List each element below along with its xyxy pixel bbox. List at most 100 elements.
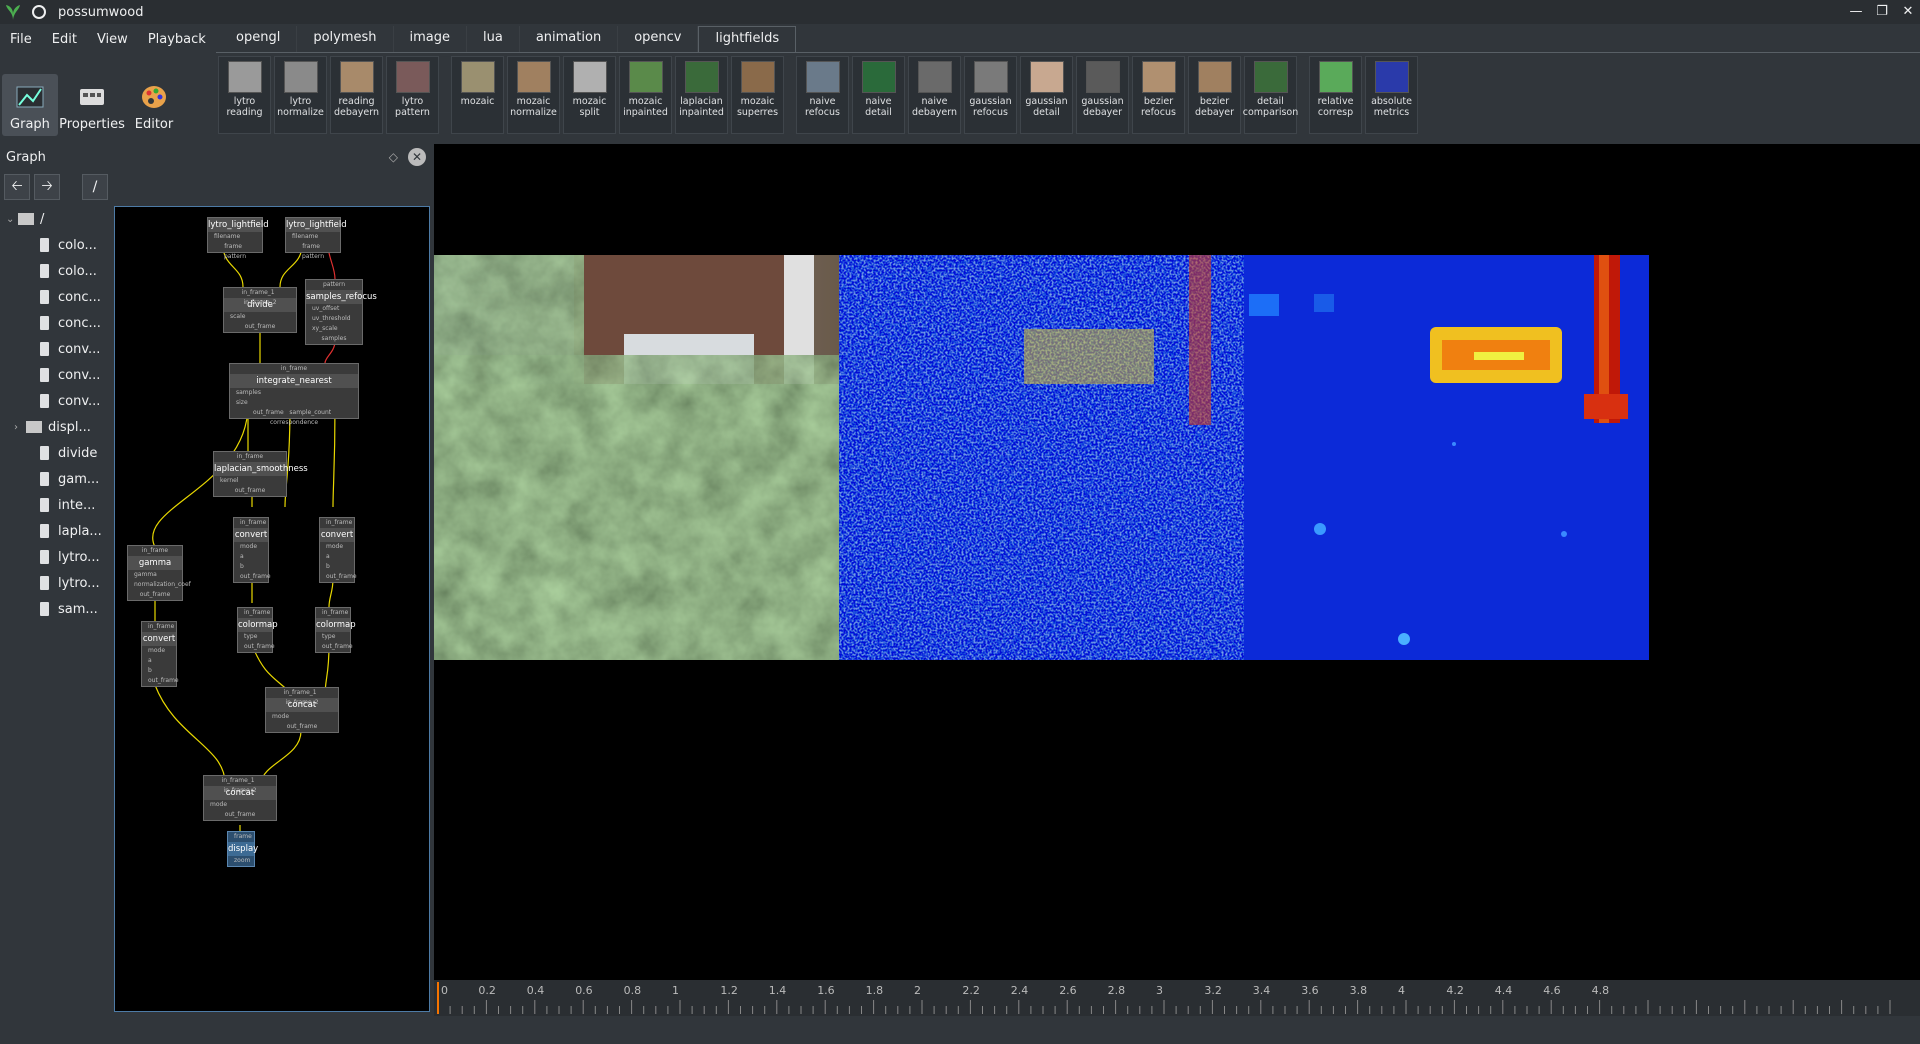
node-port[interactable]: gamma <box>128 570 182 580</box>
close-panel-icon[interactable]: ✕ <box>408 148 426 166</box>
tab-lightfields[interactable]: lightfields <box>698 26 797 52</box>
node-port[interactable]: xy_scale <box>306 324 362 334</box>
image-viewport[interactable] <box>434 144 1920 980</box>
node-port[interactable]: a <box>234 552 268 562</box>
node-port[interactable]: mode <box>142 646 176 656</box>
tab-lua[interactable]: lua <box>467 26 520 52</box>
properties-button[interactable]: Properties <box>59 74 125 136</box>
node-convert1[interactable]: in_frame convert mode a b out_frame <box>233 517 271 583</box>
back-arrow-icon[interactable]: 🡠 <box>4 174 30 200</box>
node-port[interactable]: uv_offset <box>306 304 362 314</box>
shelf-item-mozaic-superres[interactable]: mozaic superres <box>731 56 784 134</box>
shelf-item-absolute-metrics[interactable]: absolute metrics <box>1365 56 1418 134</box>
node-samples[interactable]: pattern samples_refocus uv_offset uv_thresh… <box>305 279 377 345</box>
node-integrate[interactable]: in_frame integrate_nearest samples size out_… <box>229 363 359 426</box>
shelf-item-detail-comparison[interactable]: detail comparison <box>1243 56 1298 134</box>
path-root-button[interactable]: / <box>82 174 108 200</box>
tab-opencv[interactable]: opencv <box>618 26 699 52</box>
tab-animation[interactable]: animation <box>520 26 619 52</box>
node-convert2[interactable]: in_frame convert mode a b out_frame <box>319 517 357 583</box>
tab-image[interactable]: image <box>394 26 467 52</box>
node-port[interactable]: mode <box>320 542 354 552</box>
tree-item[interactable]: conc... <box>0 284 112 310</box>
node-graph-canvas[interactable]: lytro_lightfield filename frame pattern lyt… <box>114 206 430 1012</box>
tree-item[interactable]: sam... <box>0 596 112 622</box>
shelf-item-naive-refocus[interactable]: naive refocus <box>796 56 849 134</box>
node-port[interactable]: b <box>320 562 354 572</box>
shelf-item-mozaic[interactable]: mozaic <box>451 56 504 134</box>
timeline[interactable]: 0 0.2 0.4 0.6 0.8 1 1.2 1.4 1.6 1.8 2 2.2 2.4 2.6 2.8 3… <box>434 980 1920 1016</box>
node-concat1[interactable]: in_frame_1 in_frame_2concatmodeout_frame <box>265 687 339 733</box>
tree-item[interactable]: conv... <box>0 336 112 362</box>
node-lf1[interactable]: lytro_lightfield filename frame pattern <box>207 217 269 260</box>
shelf-item-gaussian-refocus[interactable]: gaussian refocus <box>964 56 1017 134</box>
node-port[interactable]: filename <box>286 232 340 242</box>
shelf-item-bezier-refocus[interactable]: bezier refocus <box>1132 56 1185 134</box>
maximize-icon[interactable]: ❐ <box>1874 2 1890 20</box>
node-port[interactable]: a <box>320 552 354 562</box>
node-lf2[interactable]: lytro_lightfield filename frame pattern <box>285 217 347 260</box>
shelf-item-naive-debayern[interactable]: naive debayern <box>908 56 961 134</box>
shelf-item-laplacian-inpainted[interactable]: laplacian inpainted <box>675 56 728 134</box>
menu-view[interactable]: View <box>87 32 138 47</box>
float-icon[interactable]: ◇ <box>389 150 398 164</box>
shelf-item-lytro-pattern[interactable]: lytro pattern <box>386 56 439 134</box>
shelf-item-mozaic-inpainted[interactable]: mozaic inpainted <box>619 56 672 134</box>
node-laplacian[interactable]: in_frame laplacian_smoothness kernel out_fr… <box>213 451 308 497</box>
forward-arrow-icon[interactable]: 🡢 <box>34 174 60 200</box>
menu-edit[interactable]: Edit <box>42 32 87 47</box>
shelf-item-mozaic-normalize[interactable]: mozaic normalize <box>507 56 560 134</box>
shelf-item-lytro-reading[interactable]: lytro reading <box>218 56 271 134</box>
node-port[interactable]: size <box>230 398 358 408</box>
node-port[interactable]: b <box>142 666 176 676</box>
node-convert3[interactable]: in_frame convert mode a b out_frame <box>141 621 179 687</box>
tree-item[interactable]: conv... <box>0 388 112 414</box>
tree-item[interactable]: divide <box>0 440 112 466</box>
tab-opengl[interactable]: opengl <box>220 26 298 52</box>
tree-root[interactable]: ⌄ / <box>0 206 112 232</box>
node-port[interactable]: mode <box>266 712 338 722</box>
tree-item[interactable]: lapla... <box>0 518 112 544</box>
tree-item[interactable]: conc... <box>0 310 112 336</box>
menu-file[interactable]: File <box>0 32 42 47</box>
shelf-item-relative-corresp[interactable]: relative corresp <box>1309 56 1362 134</box>
editor-button[interactable]: Editor <box>126 74 182 136</box>
tree-item[interactable]: conv... <box>0 362 112 388</box>
tree-item[interactable]: colo... <box>0 258 112 284</box>
node-port[interactable]: scale <box>224 312 296 322</box>
node-port[interactable]: filename <box>208 232 262 242</box>
pin-icon[interactable] <box>32 5 46 19</box>
node-gamma[interactable]: in_frame gamma gamma normalization_coef out_… <box>127 545 191 601</box>
tree-item[interactable]: colo... <box>0 232 112 258</box>
node-colormap2[interactable]: in_frame colormap type out_frame <box>315 607 356 653</box>
node-port[interactable]: mode <box>204 800 276 810</box>
node-port[interactable]: kernel <box>214 476 286 486</box>
node-port[interactable]: a <box>142 656 176 666</box>
node-port[interactable]: samples <box>230 388 358 398</box>
node-divide[interactable]: in_frame_1 in_frame_2dividescaleout_fram… <box>223 287 297 333</box>
tree-item[interactable]: › displ... <box>0 414 112 440</box>
node-port[interactable]: normalization_coef <box>128 580 191 590</box>
node-concat2[interactable]: in_frame_1 in_frame_2concatmodeout_frame <box>203 775 277 821</box>
menu-playback[interactable]: Playback <box>138 32 216 47</box>
node-port[interactable]: mode <box>234 542 268 552</box>
shelf-item-mozaic-split[interactable]: mozaic split <box>563 56 616 134</box>
close-icon[interactable]: ✕ <box>1900 2 1916 20</box>
tab-polymesh[interactable]: polymesh <box>297 26 394 52</box>
chevron-down-icon[interactable]: ⌄ <box>6 214 18 225</box>
chevron-right-icon[interactable]: › <box>14 422 26 433</box>
shelf-item-bezier-debayer[interactable]: bezier debayer <box>1188 56 1241 134</box>
graph-button[interactable]: Graph <box>2 74 58 136</box>
node-port[interactable]: type <box>316 632 350 642</box>
node-port[interactable]: uv_threshold <box>306 314 362 324</box>
shelf-item-reading-debayern[interactable]: reading debayern <box>330 56 383 134</box>
tree-item[interactable]: gam... <box>0 466 112 492</box>
shelf-item-gaussian-debayer[interactable]: gaussian debayer <box>1076 56 1129 134</box>
tree-item[interactable]: inte... <box>0 492 112 518</box>
node-port[interactable]: zoom <box>228 856 254 866</box>
node-display[interactable]: frame display zoom <box>227 831 258 867</box>
node-port[interactable]: type <box>238 632 272 642</box>
node-port[interactable]: b <box>234 562 268 572</box>
tree-item[interactable]: lytro... <box>0 570 112 596</box>
shelf-item-lytro-normalize[interactable]: lytro normalize <box>274 56 327 134</box>
